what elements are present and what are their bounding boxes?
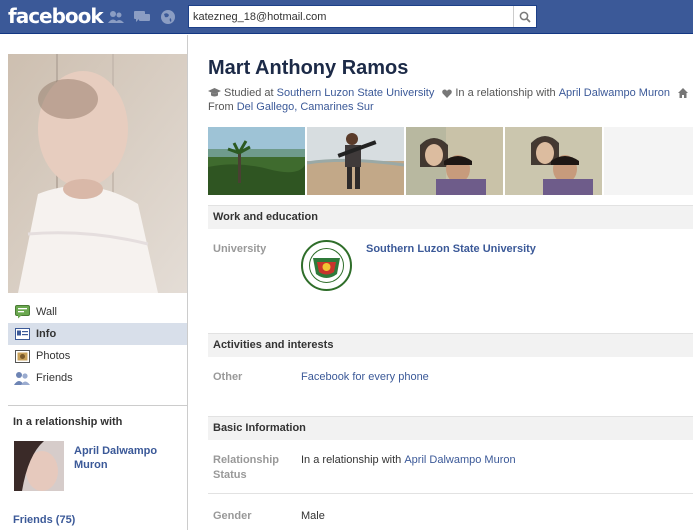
profile-meta-from: From Del Gallego, Camarines Sur (208, 101, 374, 113)
photo-thumbnail[interactable] (406, 127, 503, 195)
friends-icon (14, 370, 30, 386)
section-header-work: Work and education (208, 205, 693, 229)
relationship-name-link[interactable]: April Dalwampo Muron (559, 87, 670, 99)
photos-icon (14, 348, 30, 364)
university-label: University (213, 243, 267, 255)
relationship-status-prefix: In a relationship with (301, 454, 402, 466)
home-icon (677, 88, 688, 98)
university-logo[interactable] (301, 240, 352, 291)
university-link[interactable]: Southern Luzon State University (366, 242, 536, 257)
search-input[interactable] (193, 9, 513, 25)
studied-school-link[interactable]: Southern Luzon State University (277, 87, 435, 99)
university-link-text[interactable]: Southern Luzon State University (366, 243, 536, 255)
photo-strip (208, 127, 693, 195)
messages-icon[interactable] (134, 9, 150, 25)
nav-wall[interactable]: Wall (8, 301, 187, 323)
relationship-status-value: In a relationship with April Dalwampo Mu… (301, 453, 516, 468)
left-column: Wall Info Photos Friends In a relationsh… (0, 35, 188, 530)
profile-meta-line: Studied at Southern Luzon State Universi… (208, 86, 693, 100)
nav-photos[interactable]: Photos (8, 345, 187, 367)
search-button[interactable] (513, 6, 536, 27)
studied-prefix: Studied at (224, 87, 274, 99)
nav-info[interactable]: Info (8, 323, 187, 345)
other-value: Facebook for every phone (301, 370, 429, 385)
section-header-activities: Activities and interests (208, 333, 693, 357)
partner-avatar[interactable] (14, 441, 64, 491)
gender-label: Gender (213, 510, 252, 522)
nav-friends[interactable]: Friends (8, 367, 187, 389)
relationship-status-label: Relationship Status (213, 454, 280, 481)
profile-nav: Wall Info Photos Friends (8, 301, 187, 389)
top-bar: facebook (0, 0, 693, 34)
other-label: Other (213, 371, 243, 383)
friend-requests-icon[interactable] (108, 9, 124, 25)
photo-thumbnail[interactable] (505, 127, 602, 195)
nav-friends-label: Friends (36, 372, 73, 384)
search-icon (519, 11, 531, 23)
gender-value: Male (301, 510, 325, 522)
facebook-logo[interactable]: facebook (8, 4, 104, 28)
partner-name-link[interactable]: April Dalwampo Muron (74, 444, 184, 472)
heart-icon (442, 88, 453, 98)
nav-wall-label: Wall (36, 306, 57, 318)
profile-picture[interactable] (8, 54, 187, 293)
wall-icon (14, 304, 30, 320)
info-icon (14, 326, 30, 342)
photo-thumbnail[interactable] (208, 127, 305, 195)
relationship-title: In a relationship with (13, 416, 123, 428)
nav-photos-label: Photos (36, 350, 71, 362)
graduation-cap-icon (208, 88, 221, 98)
photo-placeholder (604, 127, 693, 195)
nav-info-label: Info (36, 328, 57, 340)
notifications-globe-icon[interactable] (160, 9, 176, 25)
divider (208, 493, 693, 494)
photo-thumbnail[interactable] (307, 127, 404, 195)
from-prefix: From (208, 101, 234, 113)
profile-name: Mart Anthony Ramos (208, 57, 409, 79)
search-box (188, 5, 537, 28)
relationship-box: In a relationship with April Dalwampo Mu… (8, 405, 187, 491)
relationship-prefix: In a relationship with (455, 87, 556, 99)
relationship-status-link[interactable]: April Dalwampo Muron (404, 454, 515, 466)
other-value-link[interactable]: Facebook for every phone (301, 371, 429, 383)
from-place-link[interactable]: Del Gallego, Camarines Sur (237, 101, 374, 113)
friends-count-link[interactable]: Friends (75) (13, 514, 75, 526)
section-header-basic: Basic Information (208, 416, 693, 440)
